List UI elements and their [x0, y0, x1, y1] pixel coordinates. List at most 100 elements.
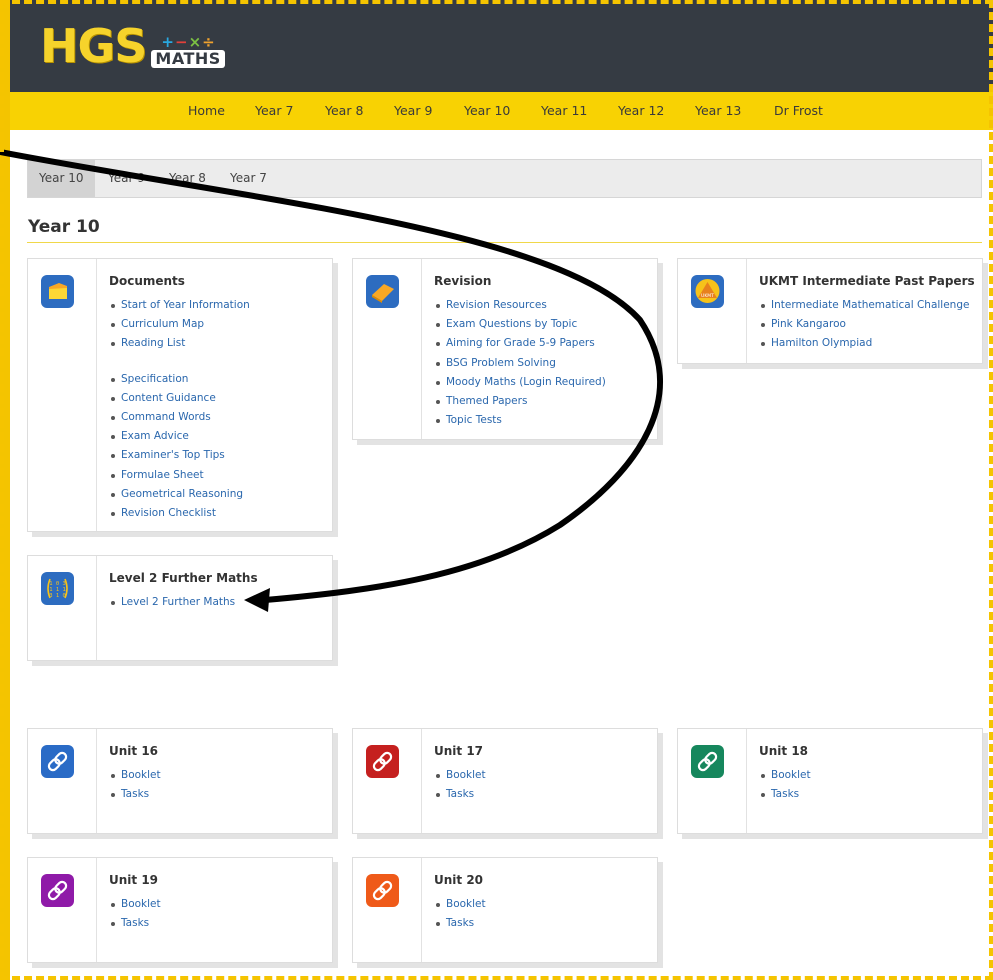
card-title: Documents — [109, 274, 185, 288]
ukmt-logo-text: UKMT — [701, 293, 714, 299]
documents-link-list: Start of Year Information Curriculum Map… — [109, 296, 250, 523]
link-icon — [366, 745, 399, 778]
link-tasks[interactable]: Tasks — [434, 785, 486, 804]
card-documents: Documents Start of Year Information Curr… — [27, 258, 333, 532]
logo-operators: + − × ÷ — [161, 33, 215, 51]
link-curriculum-map[interactable]: Curriculum Map — [109, 315, 250, 334]
times-icon: × — [188, 33, 202, 51]
card-divider — [421, 259, 422, 439]
unit-18-link-list: Booklet Tasks — [759, 766, 811, 804]
link-moody-maths[interactable]: Moody Maths (Login Required) — [434, 373, 606, 392]
link-start-of-year-information[interactable]: Start of Year Information — [109, 296, 250, 315]
matrix-icon: 1 0 31 1 13 1 0 — [41, 572, 74, 605]
link-reading-list[interactable]: Reading List — [109, 334, 250, 353]
link-formulae-sheet[interactable]: Formulae Sheet — [109, 466, 250, 485]
card-unit-18: Unit 18 Booklet Tasks — [677, 728, 983, 834]
link-icon — [366, 874, 399, 907]
logo-maths-text: MATHS — [151, 50, 225, 68]
card-divider — [96, 556, 97, 660]
card-unit-17: Unit 17 Booklet Tasks — [352, 728, 658, 834]
tab-year-7[interactable]: Year 7 — [230, 160, 267, 197]
link-tasks[interactable]: Tasks — [434, 914, 486, 933]
card-unit-19: Unit 19 Booklet Tasks — [27, 857, 333, 963]
title-divider — [27, 242, 982, 243]
page-title: Year 10 — [28, 217, 100, 237]
divide-icon: ÷ — [202, 33, 215, 51]
card-revision: Revision Revision Resources Exam Questio… — [352, 258, 658, 440]
nav-item-year-8[interactable]: Year 8 — [325, 103, 363, 118]
link-booklet[interactable]: Booklet — [434, 766, 486, 785]
unit-20-link-list: Booklet Tasks — [434, 895, 486, 933]
link-aiming-for-grade-5-9-papers[interactable]: Aiming for Grade 5-9 Papers — [434, 334, 606, 353]
link-intermediate-mathematical-challenge[interactable]: Intermediate Mathematical Challenge — [759, 296, 969, 315]
link-icon — [41, 745, 74, 778]
nav-item-year-10[interactable]: Year 10 — [464, 103, 510, 118]
card-title: Unit 16 — [109, 744, 159, 758]
link-icon — [691, 745, 724, 778]
link-booklet[interactable]: Booklet — [109, 766, 161, 785]
folder-icon — [41, 275, 74, 308]
book-icon — [366, 275, 399, 308]
card-divider — [421, 858, 422, 962]
link-hamilton-olympiad[interactable]: Hamilton Olympiad — [759, 334, 969, 353]
left-accent-bar — [0, 0, 10, 980]
card-divider — [746, 259, 747, 363]
main-nav: Home Year 7 Year 8 Year 9 Year 10 Year 1… — [10, 92, 993, 130]
card-title: Revision — [434, 274, 492, 288]
year-tabs: Year 10 Year 9 Year 8 Year 7 — [27, 159, 982, 198]
link-exam-advice[interactable]: Exam Advice — [109, 427, 250, 446]
ukmt-link-list: Intermediate Mathematical Challenge Pink… — [759, 296, 969, 354]
nav-item-year-9[interactable]: Year 9 — [394, 103, 432, 118]
card-ukmt: UKMT UKMT Intermediate Past Papers Inter… — [677, 258, 983, 364]
minus-icon: − — [175, 33, 188, 51]
link-booklet[interactable]: Booklet — [434, 895, 486, 914]
link-tasks[interactable]: Tasks — [109, 914, 161, 933]
card-divider — [96, 729, 97, 833]
plus-icon: + — [161, 33, 174, 51]
card-title: Level 2 Further Maths — [109, 571, 258, 585]
unit-16-link-list: Booklet Tasks — [109, 766, 161, 804]
link-tasks[interactable]: Tasks — [759, 785, 811, 804]
link-themed-papers[interactable]: Themed Papers — [434, 392, 606, 411]
link-level-2-further-maths[interactable]: Level 2 Further Maths — [109, 593, 235, 612]
card-level-2-further-maths: 1 0 31 1 13 1 0 Level 2 Further Maths Le… — [27, 555, 333, 661]
unit-19-link-list: Booklet Tasks — [109, 895, 161, 933]
matrix-row-3: 3 1 0 — [49, 593, 66, 599]
site-header: HGS + − × ÷ MATHS — [10, 0, 993, 92]
card-title: Unit 17 — [434, 744, 484, 758]
card-unit-20: Unit 20 Booklet Tasks — [352, 857, 658, 963]
link-exam-questions-by-topic[interactable]: Exam Questions by Topic — [434, 315, 606, 334]
nav-item-year-12[interactable]: Year 12 — [618, 103, 664, 118]
link-booklet[interactable]: Booklet — [759, 766, 811, 785]
nav-item-year-11[interactable]: Year 11 — [541, 103, 587, 118]
card-divider — [96, 858, 97, 962]
link-revision-resources[interactable]: Revision Resources — [434, 296, 606, 315]
link-icon — [41, 874, 74, 907]
card-title: Unit 18 — [759, 744, 809, 758]
link-bsg-problem-solving[interactable]: BSG Problem Solving — [434, 354, 606, 373]
nav-item-year-13[interactable]: Year 13 — [695, 103, 741, 118]
link-pink-kangaroo[interactable]: Pink Kangaroo — [759, 315, 969, 334]
site-logo[interactable]: HGS + − × ÷ MATHS — [40, 18, 225, 69]
link-specification[interactable]: Specification — [109, 370, 250, 389]
link-command-words[interactable]: Command Words — [109, 408, 250, 427]
link-examiners-top-tips[interactable]: Examiner's Top Tips — [109, 446, 250, 465]
link-tasks[interactable]: Tasks — [109, 785, 161, 804]
nav-item-home[interactable]: Home — [188, 103, 225, 118]
link-geometrical-reasoning[interactable]: Geometrical Reasoning — [109, 485, 250, 504]
nav-item-dr-frost[interactable]: Dr Frost — [774, 103, 823, 118]
ukmt-logo-icon: UKMT — [691, 275, 724, 308]
nav-item-year-7[interactable]: Year 7 — [255, 103, 293, 118]
link-revision-checklist[interactable]: Revision Checklist — [109, 504, 250, 523]
tab-year-9[interactable]: Year 9 — [108, 160, 145, 197]
tab-year-8[interactable]: Year 8 — [169, 160, 206, 197]
further-link-list: Level 2 Further Maths — [109, 593, 235, 612]
link-topic-tests[interactable]: Topic Tests — [434, 411, 606, 430]
list-spacer — [109, 354, 250, 370]
tab-year-10[interactable]: Year 10 — [28, 160, 95, 197]
link-booklet[interactable]: Booklet — [109, 895, 161, 914]
unit-17-link-list: Booklet Tasks — [434, 766, 486, 804]
card-title: UKMT Intermediate Past Papers — [759, 274, 975, 288]
link-content-guidance[interactable]: Content Guidance — [109, 389, 250, 408]
card-divider — [746, 729, 747, 833]
